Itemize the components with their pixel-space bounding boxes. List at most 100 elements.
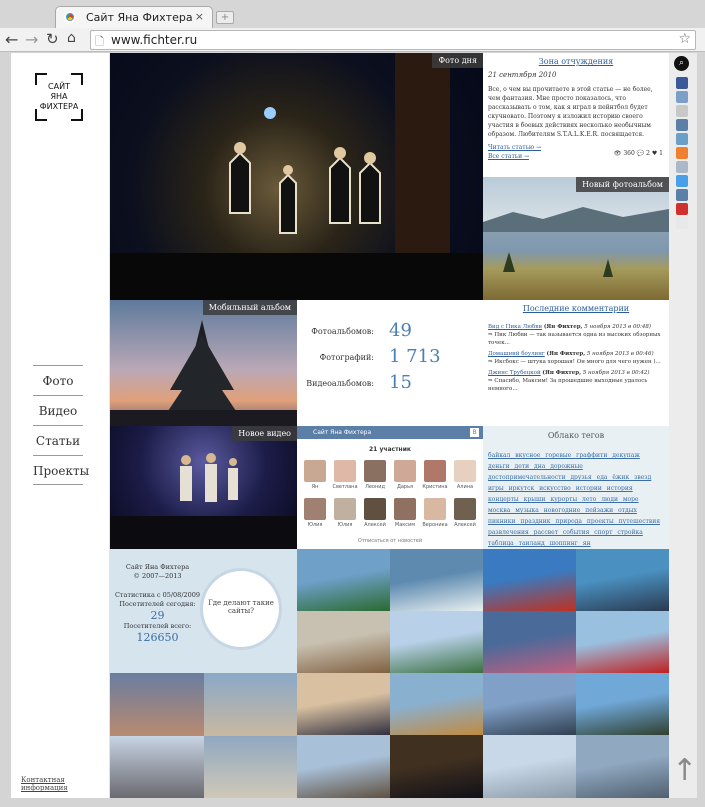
tab-strip: Сайт Яна Фихтера × + [0, 0, 705, 28]
browser-toolbar: ← → ↻ ⌂ 🗋 www.fichter.ru ☆ [0, 28, 705, 52]
new-album-photo[interactable]: Новый фотоальбом [483, 177, 669, 300]
comment-post-link[interactable]: Вид с Пика Любви [488, 324, 542, 330]
vk-member-avatar[interactable] [454, 460, 476, 482]
vk-title: Сайт Яна Фихтера [313, 429, 372, 436]
site-logo[interactable]: САЙТ ЯНА ФИХТЕРА [35, 73, 83, 121]
vk-member-avatar[interactable] [364, 460, 386, 482]
comment-post-link[interactable]: Джинс Трубецкой [488, 370, 541, 376]
photo-thumbnail[interactable] [297, 673, 390, 735]
vk-member-name: Алексей [364, 522, 386, 528]
browser-tab[interactable]: Сайт Яна Фихтера × [55, 6, 213, 28]
photo-thumbnail[interactable] [576, 673, 669, 735]
photo-thumbnail[interactable] [110, 673, 204, 736]
share-icon[interactable] [676, 133, 688, 145]
photo-thumbnail[interactable] [390, 735, 483, 798]
search-icon[interactable]: ⌕ [674, 56, 689, 71]
comment-text: ⇒ Спасибо, Максим! За прошедшие выходные… [488, 378, 648, 392]
site-stats-years: © 2007—2013 [133, 572, 182, 580]
photo-thumbnail[interactable] [297, 611, 390, 673]
comment-date: 5 ноября 2013 в 00:42) [582, 370, 650, 376]
article-title[interactable]: Зона отчуждения [488, 57, 664, 66]
menu-item-projects[interactable]: Проекты [33, 455, 89, 485]
reload-icon[interactable]: ↻ [46, 30, 59, 48]
photo-thumbnail[interactable] [297, 735, 390, 798]
photo-thumbnail[interactable] [483, 673, 576, 735]
vk-member-avatar[interactable] [304, 460, 326, 482]
vk-member-avatar[interactable] [334, 498, 356, 520]
article-date: 21 сентября 2010 [488, 71, 557, 79]
share-icon[interactable] [676, 91, 688, 103]
photo-thumbnail[interactable] [110, 736, 204, 798]
home-icon[interactable]: ⌂ [67, 30, 76, 46]
visitors-today-value: 29 [150, 609, 165, 622]
new-album-label: Новый фотоальбом [576, 177, 669, 192]
share-icon[interactable] [676, 203, 688, 215]
visitors-total-value: 126650 [136, 631, 179, 644]
menu-item-articles[interactable]: Статьи [33, 425, 83, 455]
tag-cloud-title: Облако тегов [547, 431, 605, 440]
photo-thumbnail[interactable] [576, 611, 669, 673]
tab-close-icon[interactable]: × [195, 10, 204, 23]
share-icon[interactable] [676, 161, 688, 173]
vk-member-name: Светлана [332, 484, 358, 490]
who-made-site-bubble[interactable]: Где делают такие сайты? [203, 571, 279, 647]
vk-member-avatar[interactable] [364, 498, 386, 520]
new-tab-button[interactable]: + [216, 11, 234, 24]
mobile-album-label: Мобильный альбом [202, 300, 297, 315]
photo-thumbnail[interactable] [576, 549, 669, 611]
comments-title[interactable]: Последние комментарии [488, 304, 664, 313]
vk-member-avatar[interactable] [394, 460, 416, 482]
star-icon[interactable]: ☆ [678, 31, 691, 47]
forward-icon[interactable]: → [25, 30, 38, 49]
photo-thumbnail[interactable] [297, 549, 390, 611]
photo-thumbnail[interactable] [483, 735, 576, 798]
share-icon[interactable] [676, 189, 688, 201]
photo-thumbnail[interactable] [390, 549, 483, 611]
photo-thumbnail[interactable] [390, 611, 483, 673]
vk-header: Сайт Яна Фихтера В [297, 426, 483, 439]
photo-thumbnail[interactable] [576, 735, 669, 798]
scroll-up-icon[interactable]: ↑ [672, 753, 697, 788]
page-icon: 🗋 [95, 35, 104, 48]
vk-logo-icon[interactable]: В [470, 428, 479, 437]
vk-member-avatar[interactable] [424, 498, 446, 520]
photo-thumbnail[interactable] [204, 736, 297, 798]
comment-item: Вид с Пика Любви (Ян Фихтер, 5 ноября 20… [488, 323, 664, 347]
vk-unsubscribe[interactable]: Отписаться от новостей [297, 538, 483, 544]
vk-member-avatar[interactable] [424, 460, 446, 482]
back-icon[interactable]: ← [5, 30, 18, 49]
menu-item-photo[interactable]: Фото [33, 365, 83, 395]
share-icon[interactable] [676, 175, 688, 187]
mobile-album-photo[interactable]: Мобильный альбом [110, 300, 297, 426]
vk-member-avatar[interactable] [454, 498, 476, 520]
share-icon[interactable] [676, 119, 688, 131]
concert-photo [110, 53, 483, 300]
new-video-thumbnail[interactable]: Новое видео [110, 426, 297, 549]
menu-item-video[interactable]: Видео [33, 395, 83, 425]
photo-thumbnail[interactable] [204, 673, 297, 736]
vk-member-avatar[interactable] [334, 460, 356, 482]
tag-cloud: Облако тегов байкал вкусное горевые граф… [483, 426, 669, 549]
tab-title: Сайт Яна Фихтера [86, 11, 193, 24]
vk-widget: Сайт Яна Фихтера В 21 участник Ян Светлан… [297, 426, 483, 549]
share-strip: ⌕ ↑ [669, 53, 697, 798]
tag-links[interactable]: байкал вкусное горевые граффити декупаж … [488, 450, 664, 549]
vk-member-avatar[interactable] [304, 498, 326, 520]
photo-of-day[interactable]: Фото дня [110, 53, 483, 300]
address-bar[interactable]: 🗋 www.fichter.ru ☆ [90, 30, 696, 50]
site-stats-since: Статистика с 05/08/2009 [114, 591, 201, 599]
share-icon[interactable] [676, 77, 688, 89]
vk-member-avatar[interactable] [394, 498, 416, 520]
photo-thumbnail[interactable] [390, 673, 483, 735]
contact-link[interactable]: Контактная информация [21, 776, 109, 792]
photo-thumbnail[interactable] [483, 611, 576, 673]
comment-item: Джинс Трубецкой (Ян Фихтер, 5 ноября 201… [488, 369, 664, 393]
photo-thumbnail[interactable] [483, 549, 576, 611]
share-icon[interactable] [676, 147, 688, 159]
comment-post-link[interactable]: Домашний боулинг [488, 351, 545, 357]
share-icon[interactable] [676, 217, 688, 229]
vk-member-name: Максим [394, 522, 416, 528]
comment-date: 5 ноября 2013 в 00:46) [586, 351, 654, 357]
share-icon[interactable] [676, 105, 688, 117]
article-card: Зона отчуждения 21 сентября 2010 Все, о … [483, 53, 669, 177]
